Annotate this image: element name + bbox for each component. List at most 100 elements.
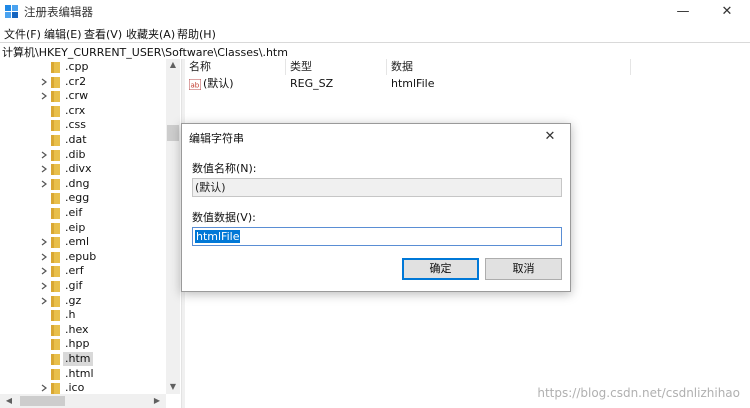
title-bar: 注册表编辑器 — ✕ bbox=[0, 0, 750, 24]
tree-item[interactable]: .ico bbox=[0, 381, 166, 394]
scroll-left-arrow-icon[interactable]: ◀ bbox=[2, 395, 16, 407]
tree-item-label: .gif bbox=[65, 279, 83, 292]
tree-item[interactable]: .hex bbox=[0, 323, 166, 337]
dialog-close-icon[interactable]: ✕ bbox=[538, 125, 562, 149]
menu-edit[interactable]: 编辑(E) bbox=[44, 26, 82, 42]
tree-item-label: .gz bbox=[65, 293, 82, 307]
chevron-right-icon[interactable] bbox=[40, 177, 48, 191]
scroll-down-arrow-icon[interactable]: ▼ bbox=[166, 381, 180, 393]
tree-item[interactable]: .htm bbox=[0, 352, 166, 366]
dialog-title: 编辑字符串 bbox=[189, 132, 244, 145]
folder-icon bbox=[51, 135, 60, 146]
tree-item-label: .crw bbox=[65, 89, 89, 103]
tree-item[interactable]: .erf bbox=[0, 264, 166, 278]
chevron-right-icon[interactable] bbox=[40, 279, 48, 293]
cancel-button[interactable]: 取消 bbox=[485, 258, 562, 280]
window-title: 注册表编辑器 bbox=[24, 5, 93, 19]
chevron-right-icon[interactable] bbox=[40, 250, 48, 264]
address-bar[interactable]: 计算机\HKEY_CURRENT_USER\Software\Classes\.… bbox=[0, 42, 750, 60]
folder-icon bbox=[51, 266, 60, 278]
tree-item[interactable]: .epub bbox=[0, 250, 166, 264]
chevron-right-icon[interactable] bbox=[40, 75, 48, 89]
chevron-right-icon[interactable] bbox=[40, 294, 48, 308]
tree-item-label: .hex bbox=[65, 322, 89, 336]
value-row-type: REG_SZ bbox=[290, 77, 334, 90]
folder-icon bbox=[51, 178, 60, 190]
value-data-label: 数值数据(V): bbox=[192, 211, 256, 224]
folder-icon bbox=[51, 339, 60, 351]
column-header-data[interactable]: 数据 bbox=[387, 59, 631, 75]
chevron-right-icon[interactable] bbox=[40, 381, 48, 394]
tree-item[interactable]: .eip bbox=[0, 221, 166, 235]
tree-item[interactable]: .html bbox=[0, 367, 166, 381]
tree-item[interactable]: .eif bbox=[0, 206, 166, 220]
svg-text:ab: ab bbox=[191, 82, 200, 90]
tree-item-label: .eml bbox=[65, 235, 90, 249]
tree-item[interactable]: .egg bbox=[0, 191, 166, 205]
tree-item-label: .egg bbox=[65, 191, 90, 205]
chevron-right-icon[interactable] bbox=[40, 264, 48, 278]
value-name-field: (默认) bbox=[192, 178, 562, 197]
scroll-right-arrow-icon[interactable]: ▶ bbox=[150, 395, 164, 407]
menu-file[interactable]: 文件(F) bbox=[4, 26, 41, 42]
menu-favorites[interactable]: 收藏夹(A) bbox=[126, 26, 175, 42]
ok-button[interactable]: 确定 bbox=[402, 258, 479, 280]
string-value-icon: ab bbox=[189, 79, 201, 90]
column-header-name[interactable]: 名称 bbox=[185, 59, 286, 75]
tree-item[interactable]: .gz bbox=[0, 294, 166, 308]
value-row-name[interactable]: (默认) bbox=[203, 76, 234, 92]
menu-view[interactable]: 查看(V) bbox=[84, 26, 122, 42]
menu-help[interactable]: 帮助(H) bbox=[177, 26, 216, 42]
column-header-type[interactable]: 类型 bbox=[286, 59, 387, 75]
folder-icon bbox=[51, 164, 60, 176]
tree-item-label: .cr2 bbox=[65, 74, 87, 88]
minimize-button[interactable]: — bbox=[660, 0, 706, 24]
folder-icon bbox=[51, 368, 60, 380]
folder-icon bbox=[51, 251, 60, 263]
folder-icon bbox=[51, 281, 60, 292]
tree-item-label: .erf bbox=[65, 264, 84, 278]
folder-icon bbox=[51, 62, 60, 73]
folder-icon bbox=[51, 105, 60, 117]
scroll-up-arrow-icon[interactable]: ▲ bbox=[166, 59, 180, 71]
folder-icon bbox=[51, 149, 60, 161]
folder-icon bbox=[51, 310, 60, 322]
tree-item[interactable]: .dat bbox=[0, 133, 166, 147]
folder-icon bbox=[51, 324, 60, 336]
tree-item[interactable]: .css bbox=[0, 118, 166, 132]
address-path[interactable]: 计算机\HKEY_CURRENT_USER\Software\Classes\.… bbox=[2, 44, 288, 60]
tree-item[interactable]: .hpp bbox=[0, 337, 166, 351]
tree-item[interactable]: .dib bbox=[0, 148, 166, 162]
tree-hscroll-thumb[interactable] bbox=[20, 396, 65, 406]
folder-icon bbox=[51, 120, 60, 132]
tree-item-label: .eip bbox=[65, 220, 86, 234]
tree-item-label: .crx bbox=[65, 103, 86, 117]
tree-item[interactable]: .crw bbox=[0, 89, 166, 103]
value-data-selected-text[interactable]: htmlFile bbox=[195, 230, 241, 243]
watermark-text: https://blog.csdn.net/csdnlizhihao bbox=[537, 386, 740, 400]
tree-item[interactable]: .eml bbox=[0, 235, 166, 249]
value-data-input[interactable]: htmlFile bbox=[192, 227, 562, 246]
tree-item[interactable]: .gif bbox=[0, 279, 166, 293]
key-tree: .cpp .cr2 .crw .crx .css .dat .dib .divx .dng .eg… bbox=[0, 59, 181, 394]
folder-icon bbox=[51, 295, 60, 307]
close-window-button[interactable]: ✕ bbox=[704, 0, 750, 24]
tree-item[interactable]: .divx bbox=[0, 162, 166, 176]
chevron-right-icon[interactable] bbox=[40, 89, 48, 103]
folder-icon bbox=[51, 383, 60, 394]
chevron-right-icon[interactable] bbox=[40, 148, 48, 162]
folder-icon bbox=[51, 91, 60, 103]
folder-icon bbox=[51, 76, 60, 88]
chevron-right-icon[interactable] bbox=[40, 162, 48, 176]
tree-item[interactable]: .crx bbox=[0, 104, 166, 118]
menu-bar: 文件(F) 编辑(E) 查看(V) 收藏夹(A) 帮助(H) bbox=[0, 24, 750, 42]
tree-horizontal-scrollbar[interactable]: ◀ ▶ bbox=[0, 394, 166, 408]
tree-vertical-scrollbar[interactable]: ▲ ▼ bbox=[166, 59, 180, 394]
tree-scroll-thumb[interactable] bbox=[167, 125, 179, 141]
tree-item[interactable]: .h bbox=[0, 308, 166, 322]
tree-item[interactable]: .dng bbox=[0, 177, 166, 191]
chevron-right-icon[interactable] bbox=[40, 235, 48, 249]
tree-item[interactable]: .cpp bbox=[0, 60, 166, 74]
tree-item[interactable]: .cr2 bbox=[0, 75, 166, 89]
tree-item-label: .eif bbox=[65, 206, 83, 219]
